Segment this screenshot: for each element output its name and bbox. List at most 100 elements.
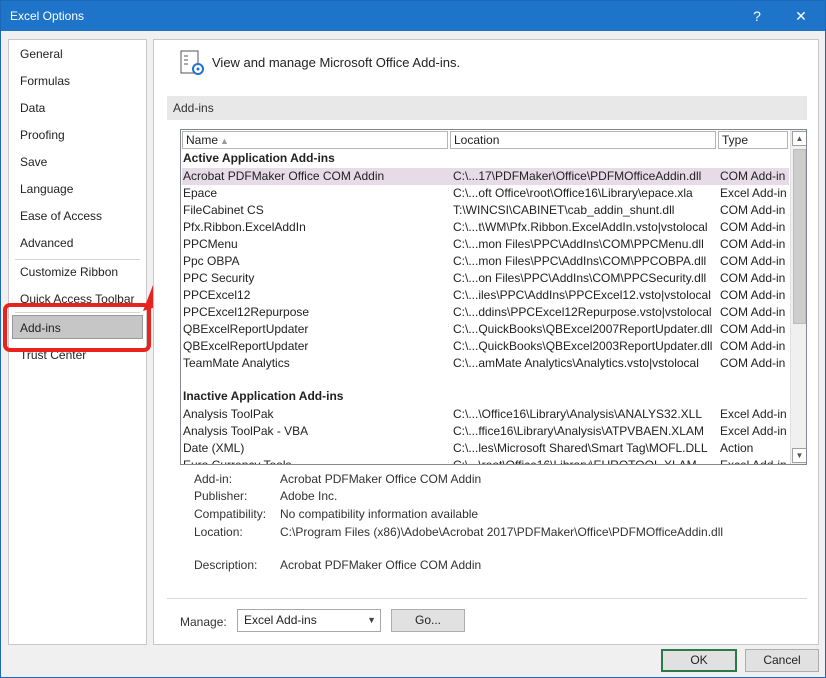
- cancel-button[interactable]: Cancel: [745, 649, 819, 672]
- row-type: Action: [720, 441, 754, 455]
- list-scrollbar[interactable]: ▲ ▼: [790, 130, 806, 464]
- row-location: C:\...ddins\PPCExcel12Repurpose.vsto|vst…: [453, 305, 712, 319]
- window-title: Excel Options: [10, 9, 85, 23]
- row-name: Ppc OBPA: [183, 254, 240, 268]
- addins-list[interactable]: Name ▲ Location Type Active Application A…: [180, 129, 807, 465]
- sidebar-item-general[interactable]: General: [9, 42, 146, 66]
- table-row[interactable]: PPCExcel12Repurpose C:\...ddins\PPCExcel…: [182, 304, 789, 321]
- panel-heading: View and manage Microsoft Office Add-ins…: [212, 55, 461, 70]
- row-type: COM Add-in: [720, 356, 786, 370]
- sidebar-item-ease-of-access[interactable]: Ease of Access: [9, 204, 146, 228]
- addins-panel: View and manage Microsoft Office Add-ins…: [153, 39, 819, 645]
- chevron-down-icon: ▼: [367, 615, 376, 625]
- sidebar-item-data[interactable]: Data: [9, 96, 146, 120]
- row-name: QBExcelReportUpdater: [183, 322, 309, 336]
- table-row[interactable]: QBExcelReportUpdater C:\...QuickBooks\QB…: [182, 338, 789, 355]
- row-location: C:\...17\PDFMaker\Office\PDFMOfficeAddin…: [453, 169, 702, 183]
- detail-value-publisher: Adobe Inc.: [280, 489, 338, 503]
- row-type: COM Add-in: [720, 169, 786, 183]
- row-type: COM Add-in: [720, 322, 786, 336]
- go-button[interactable]: Go...: [391, 609, 465, 632]
- row-type: COM Add-in: [720, 220, 786, 234]
- annotation-highlight-box: [3, 303, 151, 352]
- row-location: C:\...ffice16\Library\Analysis\ATPVBAEN.…: [453, 424, 704, 438]
- table-row[interactable]: Ppc OBPA C:\...mon Files\PPC\AddIns\COM\…: [182, 253, 789, 270]
- section-title: Add-ins: [167, 96, 807, 120]
- table-row[interactable]: Euro Currency Tools C:\...\root\Office16…: [182, 457, 789, 465]
- row-location: C:\...t\WM\Pfx.Ribbon.ExcelAddIn.vsto|vs…: [453, 220, 708, 234]
- column-header-type[interactable]: Type: [718, 131, 788, 149]
- row-location: C:\...QuickBooks\QBExcel2003ReportUpdate…: [453, 339, 713, 353]
- row-location: C:\...mon Files\PPC\AddIns\COM\PPCOBPA.d…: [453, 254, 707, 268]
- row-name: FileCabinet CS: [183, 203, 264, 217]
- sidebar-item-advanced[interactable]: Advanced: [9, 231, 146, 255]
- table-row[interactable]: PPCExcel12 C:\...iles\PPC\AddIns\PPCExce…: [182, 287, 789, 304]
- row-name: Pfx.Ribbon.ExcelAddIn: [183, 220, 306, 234]
- row-type: Excel Add-in: [720, 407, 787, 421]
- row-type: COM Add-in: [720, 271, 786, 285]
- scroll-down-icon[interactable]: ▼: [792, 448, 806, 463]
- row-name: Date (XML): [183, 441, 245, 455]
- row-name: PPCExcel12: [183, 288, 251, 302]
- row-location: C:\...iles\PPC\AddIns\PPCExcel12.vsto|vs…: [453, 288, 711, 302]
- column-header-location[interactable]: Location: [450, 131, 716, 149]
- row-location: T:\WINCSI\CABINET\cab_addin_shunt.dll: [453, 203, 675, 217]
- row-location: C:\...\root\Office16\Library\EUROTOOL.XL…: [453, 458, 697, 465]
- row-name: QBExcelReportUpdater: [183, 339, 309, 353]
- row-location: C:\...\Office16\Library\Analysis\ANALYS3…: [453, 407, 703, 421]
- row-type: COM Add-in: [720, 254, 786, 268]
- detail-label-addin: Add-in:: [194, 472, 233, 486]
- table-row[interactable]: QBExcelReportUpdater C:\...QuickBooks\QB…: [182, 321, 789, 338]
- manage-dropdown[interactable]: Excel Add-ins ▼: [237, 609, 381, 632]
- detail-label-compatibility: Compatibility:: [194, 507, 267, 521]
- table-row[interactable]: PPC Security C:\...on Files\PPC\AddIns\C…: [182, 270, 789, 287]
- row-type: Excel Add-in: [720, 424, 787, 438]
- sidebar-item-formulas[interactable]: Formulas: [9, 69, 146, 93]
- table-row[interactable]: Pfx.Ribbon.ExcelAddIn C:\...t\WM\Pfx.Rib…: [182, 219, 789, 236]
- title-bar: Excel Options ? ✕: [1, 1, 825, 31]
- manage-dropdown-value: Excel Add-ins: [244, 613, 317, 627]
- row-type: COM Add-in: [720, 288, 786, 302]
- row-location: C:\...mon Files\PPC\AddIns\COM\PPCMenu.d…: [453, 237, 704, 251]
- sort-ascending-icon: ▲: [220, 136, 229, 146]
- close-button[interactable]: ✕: [779, 1, 823, 31]
- row-type: COM Add-in: [720, 339, 786, 353]
- row-name: Acrobat PDFMaker Office COM Addin: [183, 169, 385, 183]
- ok-button[interactable]: OK: [661, 649, 737, 672]
- sidebar-item-save[interactable]: Save: [9, 150, 146, 174]
- addins-gear-icon: [180, 50, 204, 75]
- table-row[interactable]: Date (XML) C:\...les\Microsoft Shared\Sm…: [182, 440, 789, 457]
- table-row[interactable]: Analysis ToolPak - VBA C:\...ffice16\Lib…: [182, 423, 789, 440]
- table-row[interactable]: TeamMate Analytics C:\...amMate Analytic…: [182, 355, 789, 372]
- detail-value-description: Acrobat PDFMaker Office COM Addin: [280, 558, 482, 572]
- scroll-thumb[interactable]: [793, 149, 806, 324]
- table-row[interactable]: Analysis ToolPak C:\...\Office16\Library…: [182, 406, 789, 423]
- sidebar-item-language[interactable]: Language: [9, 177, 146, 201]
- detail-value-addin: Acrobat PDFMaker Office COM Addin: [280, 472, 482, 486]
- row-name: PPC Security: [183, 271, 255, 285]
- row-name: PPCMenu: [183, 237, 238, 251]
- table-row[interactable]: PPCMenu C:\...mon Files\PPC\AddIns\COM\P…: [182, 236, 789, 253]
- row-type: COM Add-in: [720, 305, 786, 319]
- table-row[interactable]: Epace C:\...oft Office\root\Office16\Lib…: [182, 185, 789, 202]
- help-button[interactable]: ?: [735, 1, 779, 31]
- row-name: Epace: [183, 186, 218, 200]
- row-location: C:\...on Files\PPC\AddIns\COM\PPCSecurit…: [453, 271, 707, 285]
- sidebar-item-proofing[interactable]: Proofing: [9, 123, 146, 147]
- row-location: C:\...QuickBooks\QBExcel2007ReportUpdate…: [453, 322, 713, 336]
- scroll-up-icon[interactable]: ▲: [792, 131, 806, 146]
- sidebar-item-customize-ribbon[interactable]: Customize Ribbon: [9, 260, 146, 284]
- table-row[interactable]: FileCabinet CS T:\WINCSI\CABINET\cab_add…: [182, 202, 789, 219]
- row-name: PPCExcel12Repurpose: [183, 305, 310, 319]
- row-name: Analysis ToolPak - VBA: [183, 424, 309, 438]
- row-name: TeamMate Analytics: [183, 356, 290, 370]
- table-row[interactable]: Acrobat PDFMaker Office COM Addin C:\...…: [182, 168, 789, 185]
- group-header-inactive: Inactive Application Add-ins: [183, 389, 344, 403]
- detail-value-compatibility: No compatibility information available: [280, 507, 479, 521]
- row-location: C:\...oft Office\root\Office16\Library\e…: [453, 186, 693, 200]
- column-header-name[interactable]: Name ▲: [182, 131, 448, 149]
- row-location: C:\...les\Microsoft Shared\Smart Tag\MOF…: [453, 441, 708, 455]
- row-name: Euro Currency Tools: [183, 458, 292, 465]
- group-header-active: Active Application Add-ins: [183, 151, 335, 165]
- manage-label: Manage:: [180, 615, 227, 629]
